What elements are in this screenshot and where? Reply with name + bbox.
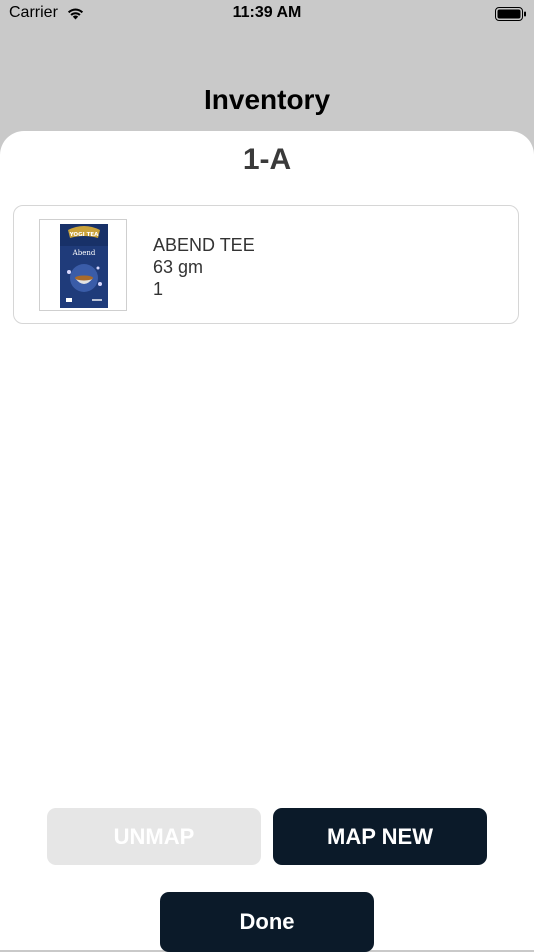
- location-sheet: 1-A YOGI TEA Abend ABEND TEE 63 gm 1 UNM…: [0, 131, 534, 952]
- location-title: 1-A: [242, 143, 292, 176]
- item-quantity: 1: [153, 279, 164, 299]
- done-button[interactable]: Done: [160, 892, 374, 952]
- product-thumbnail: YOGI TEA Abend: [39, 219, 127, 311]
- unmap-button[interactable]: UNMAP: [47, 808, 261, 865]
- product-text: Abend: [72, 249, 96, 257]
- navigation-bar: Inventory: [0, 28, 534, 138]
- status-bar: Carrier 11:39 AM: [0, 0, 534, 28]
- item-name: ABEND TEE: [153, 235, 255, 255]
- status-time: 11:39 AM: [232, 4, 302, 21]
- inventory-item-card[interactable]: YOGI TEA Abend ABEND TEE 63 gm 1: [13, 205, 519, 324]
- tea-box-image: YOGI TEA Abend: [60, 224, 108, 308]
- map-new-button[interactable]: MAP NEW: [273, 808, 487, 865]
- brand-text: YOGI TEA: [69, 232, 99, 238]
- page-title: Inventory: [203, 84, 331, 115]
- battery-full-icon: [495, 7, 526, 21]
- item-weight: 63 gm: [153, 257, 204, 277]
- item-details: ABEND TEE 63 gm 1: [153, 234, 255, 300]
